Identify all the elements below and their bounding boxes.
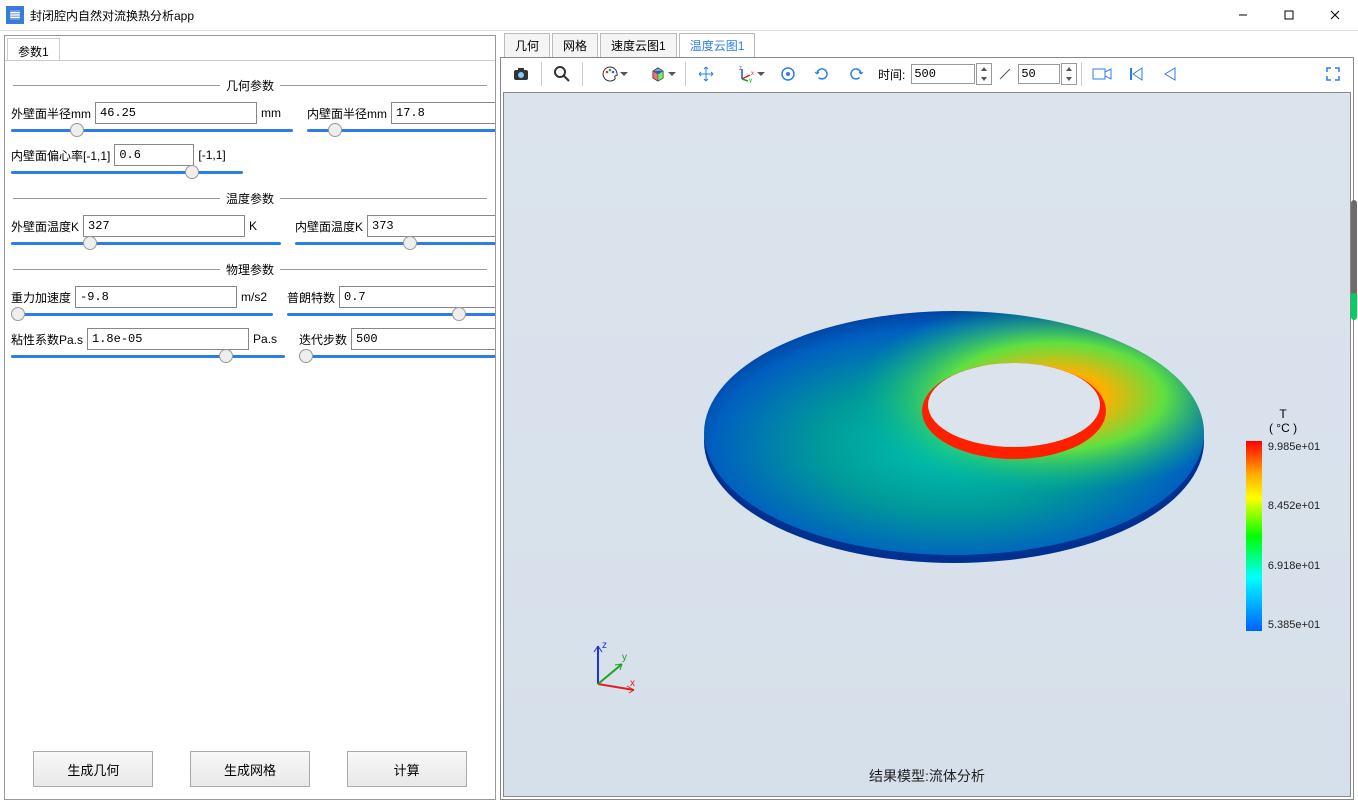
outer-radius-slider[interactable]: [11, 128, 293, 132]
tab-mesh[interactable]: 网格: [552, 33, 598, 57]
tab-velocity-contour[interactable]: 速度云图1: [600, 33, 677, 57]
inner-temp-input[interactable]: [367, 215, 495, 237]
outer-radius-label: 外壁面半径mm: [11, 105, 91, 122]
minimize-button[interactable]: [1220, 0, 1266, 30]
app-icon: [6, 6, 24, 24]
snapshot-button[interactable]: [505, 59, 537, 89]
axis-triad-icon: z x y: [580, 636, 640, 696]
time-stepper[interactable]: [976, 63, 992, 85]
legend-tick: 5.385e+01: [1268, 619, 1320, 631]
legend-tick: 6.918e+01: [1268, 560, 1320, 572]
step-separator-icon: [994, 59, 1016, 89]
viewer-tabs: 几何 网格 速度云图1 温度云图1: [500, 35, 1354, 57]
eccentricity-input[interactable]: [114, 144, 194, 166]
svg-text:y: y: [749, 78, 752, 83]
eccentricity-label: 内壁面偏心率[-1,1]: [11, 147, 110, 164]
reset-view-button[interactable]: [772, 59, 804, 89]
outer-temp-input[interactable]: [83, 215, 245, 237]
result-caption: 结果模型:流体分析: [504, 766, 1350, 786]
legend-title: T: [1279, 407, 1286, 421]
tab-temperature-contour[interactable]: 温度云图1: [679, 33, 756, 57]
prandtl-slider[interactable]: [287, 312, 495, 316]
viewer-toolbar: z xy 时间:: [501, 58, 1353, 90]
time-label: 时间:: [878, 66, 905, 83]
close-button[interactable]: [1312, 0, 1358, 30]
zoom-button[interactable]: [546, 59, 578, 89]
gravity-unit: m/s2: [241, 290, 273, 304]
progress-gauge: [1351, 200, 1357, 320]
first-frame-button[interactable]: [1120, 59, 1152, 89]
palette-dropdown[interactable]: [587, 59, 633, 89]
viscosity-input[interactable]: [87, 328, 249, 350]
time-input[interactable]: [911, 64, 975, 84]
eccentricity-unit: [-1,1]: [198, 148, 225, 162]
titlebar: 封闭腔内自然对流换热分析app: [0, 0, 1358, 31]
pan-button[interactable]: [690, 59, 722, 89]
prandtl-input[interactable]: [339, 286, 495, 308]
steps-label: 迭代步数: [299, 331, 347, 348]
viscosity-unit: Pa.s: [253, 332, 285, 346]
step-input[interactable]: [1018, 64, 1060, 84]
legend-tick: 9.985e+01: [1268, 441, 1320, 453]
outer-temp-unit: K: [249, 219, 281, 233]
gravity-slider[interactable]: [11, 312, 273, 316]
svg-text:z: z: [739, 66, 742, 72]
svg-text:x: x: [630, 678, 635, 689]
eccentricity-slider[interactable]: [11, 170, 243, 174]
color-legend: T ( °C ) 9.985e+01 8.452e+01 6.918e+01 5…: [1238, 407, 1328, 631]
outer-temp-slider[interactable]: [11, 241, 281, 245]
gravity-input[interactable]: [75, 286, 237, 308]
legend-tick: 8.452e+01: [1268, 500, 1320, 512]
rotate-ccw-button[interactable]: [806, 59, 838, 89]
inner-temp-label: 内壁面温度K: [295, 218, 363, 235]
inner-radius-label: 内壁面半径mm: [307, 105, 387, 122]
svg-text:x: x: [751, 71, 754, 77]
gravity-label: 重力加速度: [11, 289, 71, 306]
rotate-cw-button[interactable]: [840, 59, 872, 89]
inner-radius-slider[interactable]: [307, 128, 495, 132]
section-physics-title: 物理参数: [7, 261, 493, 278]
inner-temp-slider[interactable]: [295, 241, 495, 245]
section-temperature-title: 温度参数: [7, 190, 493, 207]
legend-colorbar: [1246, 441, 1262, 631]
inner-radius-input[interactable]: [391, 102, 495, 124]
prandtl-label: 普朗特数: [287, 289, 335, 306]
cube-view-dropdown[interactable]: [635, 59, 681, 89]
expand-button[interactable]: [1317, 59, 1349, 89]
viscosity-slider[interactable]: [11, 354, 285, 358]
step-stepper[interactable]: [1061, 63, 1077, 85]
parameter-panel: 参数1 几何参数 外壁面半径mm mm: [4, 35, 496, 800]
window-title: 封闭腔内自然对流换热分析app: [30, 7, 1220, 24]
outer-radius-input[interactable]: [95, 102, 257, 124]
svg-text:y: y: [622, 652, 627, 663]
outer-radius-unit: mm: [261, 106, 293, 120]
tab-params1[interactable]: 参数1: [7, 38, 60, 60]
viewport-3d[interactable]: z x y T ( °C ) 9.985e+01: [503, 92, 1351, 797]
steps-slider[interactable]: [299, 354, 495, 358]
steps-input[interactable]: [351, 328, 495, 350]
section-geometry-title: 几何参数: [7, 77, 493, 94]
record-button[interactable]: [1086, 59, 1118, 89]
generate-mesh-button[interactable]: 生成网格: [190, 751, 310, 787]
generate-geometry-button[interactable]: 生成几何: [33, 751, 153, 787]
maximize-button[interactable]: [1266, 0, 1312, 30]
play-back-button[interactable]: [1154, 59, 1186, 89]
viscosity-label: 粘性系数Pa.s: [11, 331, 83, 348]
svg-text:z: z: [602, 640, 607, 651]
viewer-panel: 几何 网格 速度云图1 温度云图1 zxy: [500, 35, 1354, 800]
tab-geometry[interactable]: 几何: [504, 33, 550, 57]
outer-temp-label: 外壁面温度K: [11, 218, 79, 235]
legend-unit: ( °C ): [1269, 421, 1297, 435]
calculate-button[interactable]: 计算: [347, 751, 467, 787]
result-surface: [694, 253, 1214, 593]
axes-dropdown[interactable]: z xy: [724, 59, 770, 89]
